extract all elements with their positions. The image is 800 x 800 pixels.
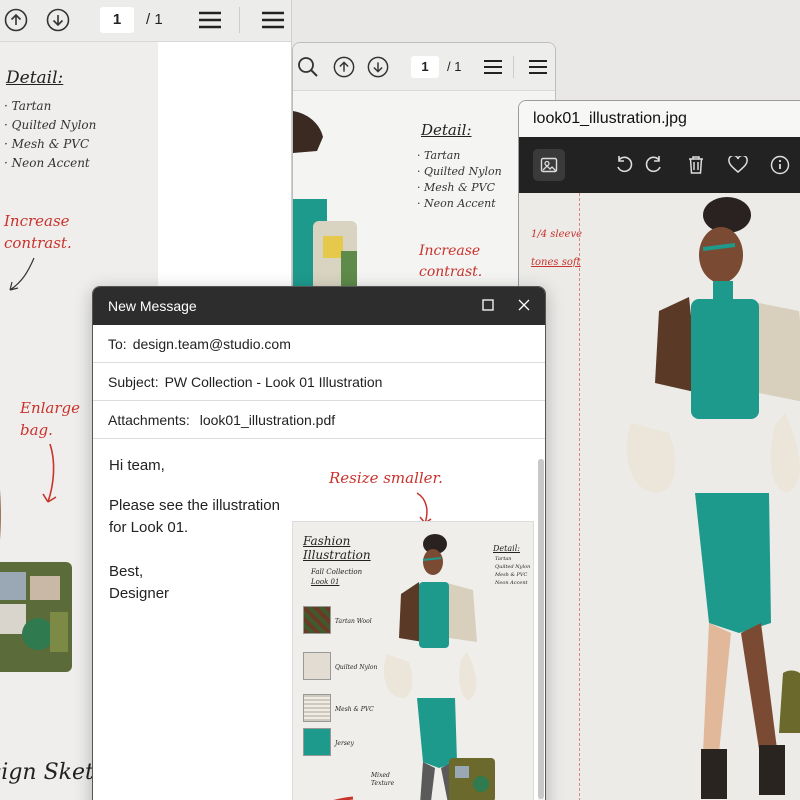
- subject-field[interactable]: Subject: PW Collection - Look 01 Illustr…: [93, 363, 545, 401]
- preview-mixed-texture: Mixed Texture: [371, 772, 395, 787]
- body-greeting: Hi team,: [109, 457, 165, 474]
- annotation-increase-contrast: Increase contrast.: [419, 243, 483, 280]
- arrow-down-icon[interactable]: [46, 8, 70, 32]
- preview-pencil-strokes: [333, 796, 354, 800]
- info-icon[interactable]: [769, 154, 791, 176]
- page-number-input[interactable]: 1: [100, 6, 134, 33]
- subject-value[interactable]: PW Collection - Look 01 Illustration: [165, 374, 383, 390]
- pdf-toolbar: 1 / 1: [293, 43, 555, 91]
- annotation-resize-smaller: Resize smaller.: [329, 469, 443, 487]
- annotation-arrow: [9, 257, 35, 291]
- guide-line: [579, 193, 580, 800]
- pdf-toolbar: 1 / 1: [0, 0, 291, 42]
- preview-collection: Fall Collection: [311, 568, 363, 576]
- gallery-icon[interactable]: [533, 149, 565, 181]
- swatch-jersey: [303, 728, 331, 756]
- compose-titlebar: New Message: [93, 287, 545, 325]
- rotate-left-icon[interactable]: [613, 154, 635, 176]
- annotation-increase-contrast: Increase contrast.: [4, 212, 72, 252]
- arrow-up-icon[interactable]: [333, 56, 355, 78]
- page-total: / 1: [447, 59, 462, 74]
- compose-message-window: New Message To: design.team@studio.com S…: [92, 286, 546, 800]
- preview-title: Fashion Illustration: [303, 534, 371, 562]
- detail-item: · Quilted Nylon: [4, 118, 97, 132]
- arrow-down-icon[interactable]: [367, 56, 389, 78]
- detail-item: · Neon Accent: [417, 197, 496, 210]
- compose-title: New Message: [108, 298, 197, 314]
- detail-item: · Tartan: [417, 149, 461, 162]
- image-viewer-window: look01_illustration.jpg 1/4 sleeve tones…: [518, 100, 800, 800]
- detail-item: · Neon Accent: [4, 156, 90, 170]
- arrow-up-icon[interactable]: [4, 8, 28, 32]
- scrollbar-thumb[interactable]: [538, 459, 544, 799]
- toolbar-divider: [513, 55, 515, 78]
- sketch-scribble: tones soft: [531, 257, 581, 268]
- detail-title: Detail:: [6, 68, 64, 88]
- swatch-quilted: [303, 652, 331, 680]
- illustration-figure: [626, 197, 800, 799]
- preview-figure: [383, 534, 495, 800]
- inline-image-preview[interactable]: Fashion Illustration Fall Collection Loo…: [292, 521, 534, 800]
- more-menu-icon[interactable]: [528, 58, 548, 76]
- toolbar-divider: [238, 6, 240, 33]
- rotate-right-icon[interactable]: [643, 154, 665, 176]
- image-canvas: 1/4 sleeve tones soft: [519, 193, 800, 800]
- to-field[interactable]: To: design.team@studio.com: [93, 325, 545, 363]
- sketch-scribble: 1/4 sleeve: [531, 229, 583, 240]
- close-icon[interactable]: [517, 298, 531, 312]
- more-menu-icon[interactable]: [260, 9, 286, 31]
- swatch-tartan: [303, 606, 331, 634]
- detail-item: · Mesh & PVC: [4, 137, 90, 151]
- image-viewer-title: look01_illustration.jpg: [519, 101, 800, 137]
- search-icon[interactable]: [297, 56, 319, 78]
- attachment-file[interactable]: look01_illustration.pdf: [200, 412, 335, 428]
- attachments-field[interactable]: Attachments: look01_illustration.pdf: [93, 401, 545, 439]
- detail-title: Detail:: [421, 121, 472, 139]
- body-text: Please see the illustration: [109, 497, 280, 514]
- delete-icon[interactable]: [685, 154, 707, 176]
- swatch-label: Quilted Nylon: [335, 664, 378, 671]
- detail-item: · Tartan: [4, 99, 52, 113]
- swatch-label: Mesh & PVC: [335, 706, 374, 713]
- to-label: To:: [108, 335, 127, 352]
- subject-label: Subject:: [108, 373, 159, 390]
- page-total: / 1: [146, 11, 163, 28]
- swatch-label: Jersey: [335, 740, 354, 747]
- detail-item: · Quilted Nylon: [417, 165, 502, 178]
- to-value[interactable]: design.team@studio.com: [133, 336, 291, 352]
- detail-item: · Mesh & PVC: [417, 181, 496, 194]
- illustration-figure: [0, 489, 72, 672]
- attachments-label: Attachments:: [108, 411, 190, 428]
- heart-icon[interactable]: [727, 154, 749, 176]
- swatch-label: Tartan Wool: [335, 618, 372, 625]
- page-number-input[interactable]: 1: [411, 55, 439, 78]
- image-viewer-toolbar: [519, 137, 800, 193]
- preview-look: Look 01: [311, 578, 340, 586]
- maximize-icon[interactable]: [481, 298, 495, 312]
- message-scrollbar[interactable]: [538, 459, 544, 800]
- menu-icon[interactable]: [197, 9, 223, 31]
- menu-icon[interactable]: [483, 58, 503, 76]
- swatch-mesh: [303, 694, 331, 722]
